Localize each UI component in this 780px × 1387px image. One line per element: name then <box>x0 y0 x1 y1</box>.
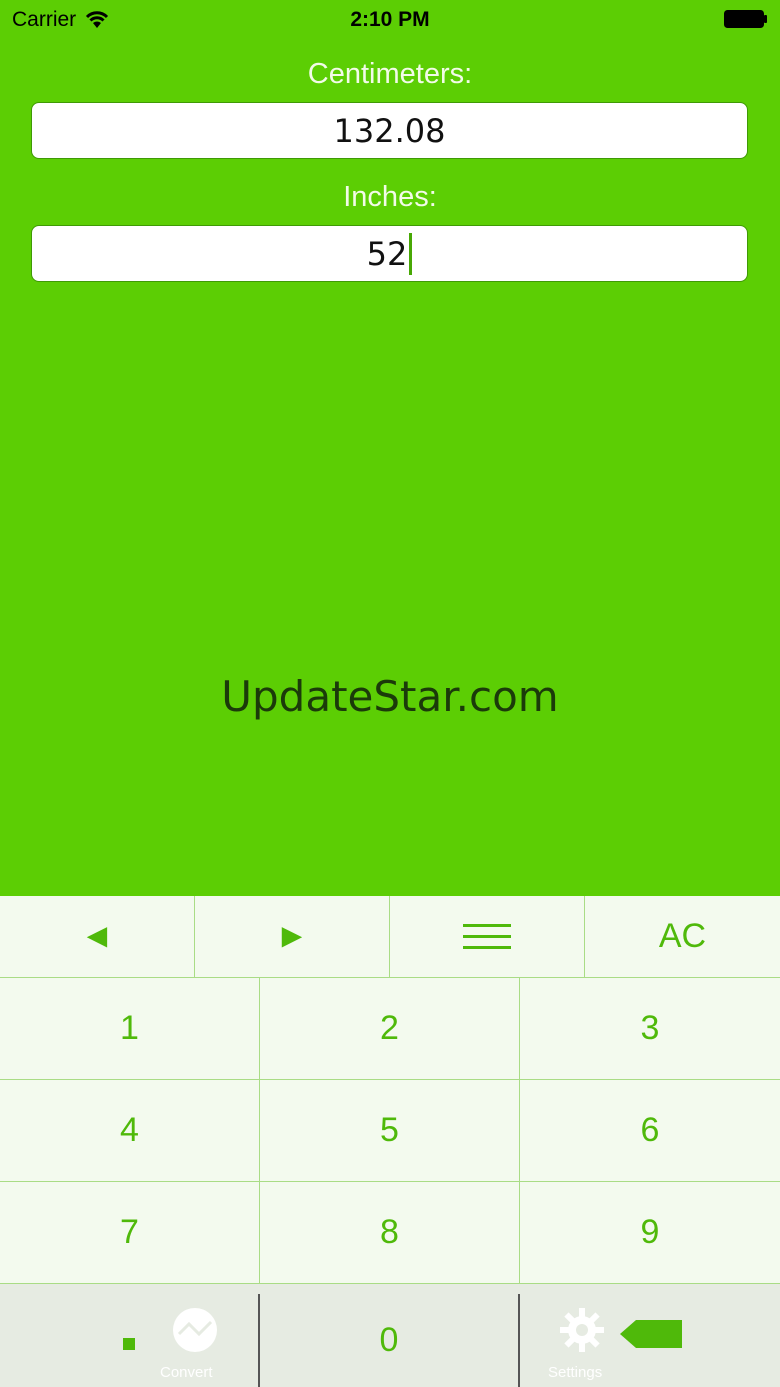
keypad-row-2: 4 5 6 <box>0 1080 780 1182</box>
decimal-key[interactable]: Convert <box>0 1294 260 1387</box>
backspace-icon <box>620 1320 682 1348</box>
key-3[interactable]: 3 <box>520 978 780 1080</box>
right-arrow-icon: ► <box>275 917 309 955</box>
clear-button[interactable]: AC <box>585 896 780 978</box>
key-0[interactable]: 0 <box>260 1294 520 1387</box>
convert-tab-icon <box>173 1308 217 1352</box>
menu-button[interactable] <box>390 896 585 978</box>
number-keyboard: ◄ ► AC 1 2 3 4 5 6 7 8 9 Convert 0 Setti… <box>0 896 780 1387</box>
key-2[interactable]: 2 <box>260 978 520 1080</box>
cursor-left-button[interactable]: ◄ <box>0 896 195 978</box>
keypad-row-3: 7 8 9 <box>0 1182 780 1284</box>
menu-icon <box>463 923 511 949</box>
watermark-text: UpdateStar.com <box>221 672 559 721</box>
settings-tab-label: Settings <box>548 1364 603 1381</box>
inches-field[interactable]: 52 <box>31 225 748 282</box>
centimeters-label: Centimeters: <box>307 58 473 90</box>
key-8[interactable]: 8 <box>260 1182 520 1284</box>
status-bar: Carrier 2:10 PM <box>0 0 780 40</box>
tabbar-strip <box>0 1284 780 1294</box>
keypad-row-4: Convert 0 Settings <box>0 1294 780 1387</box>
key-7[interactable]: 7 <box>0 1182 260 1284</box>
text-caret <box>409 232 413 275</box>
left-arrow-icon: ◄ <box>80 917 114 955</box>
inches-label: Inches: <box>343 181 437 213</box>
status-time: 2:10 PM <box>350 8 430 31</box>
key-4[interactable]: 4 <box>0 1080 260 1182</box>
decimal-point-icon <box>123 1338 135 1350</box>
convert-tab-label: Convert <box>160 1364 213 1381</box>
centimeters-value: 132.08 <box>333 111 446 150</box>
key-9[interactable]: 9 <box>520 1182 780 1284</box>
cursor-right-button[interactable]: ► <box>195 896 390 978</box>
backspace-key[interactable]: Settings <box>520 1294 780 1387</box>
centimeters-field[interactable]: 132.08 <box>31 102 748 159</box>
battery-icon <box>724 10 767 28</box>
key-1[interactable]: 1 <box>0 978 260 1080</box>
clear-label: AC <box>658 917 707 955</box>
keypad-row-1: 1 2 3 <box>0 978 780 1080</box>
inches-value: 52 <box>366 234 408 273</box>
key-6[interactable]: 6 <box>520 1080 780 1182</box>
keyboard-toolbar: ◄ ► AC <box>0 896 780 978</box>
key-5[interactable]: 5 <box>260 1080 520 1182</box>
settings-tab-icon <box>560 1308 604 1352</box>
